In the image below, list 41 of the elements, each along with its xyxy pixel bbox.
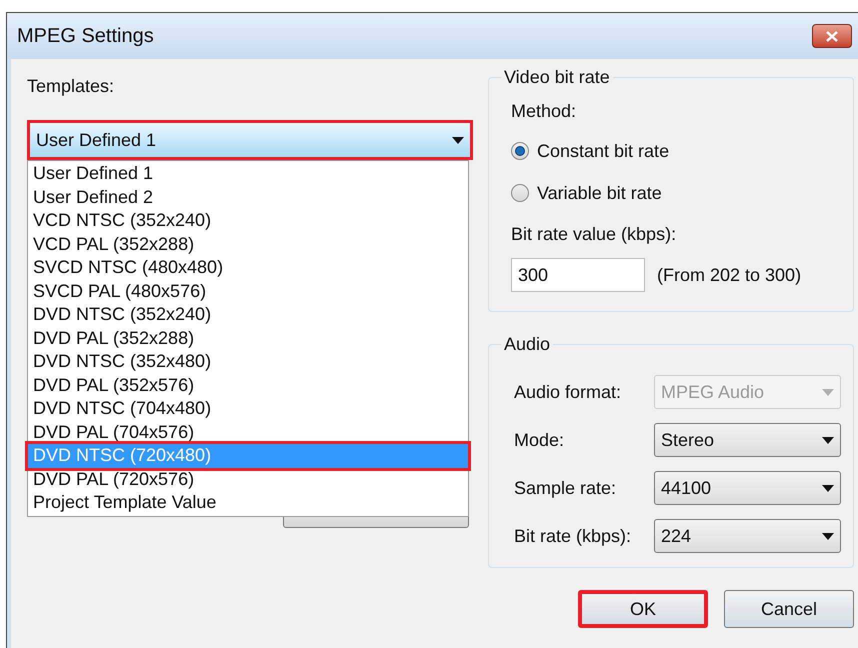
bit-rate-input[interactable]: 300	[511, 258, 645, 292]
templates-dropdown[interactable]: User Defined 1	[27, 120, 473, 160]
caret-icon	[822, 388, 834, 396]
templates-label: Templates:	[27, 75, 116, 98]
field-label: Mode:	[514, 428, 566, 452]
radio-label: Variable bit rate	[537, 182, 662, 204]
field-label: Audio format:	[514, 380, 622, 404]
select-dropdown[interactable]: 44100	[654, 471, 841, 505]
dropdown-option[interactable]: DVD NTSC (704x480)	[28, 397, 468, 420]
close-button[interactable]	[812, 24, 852, 48]
dialog-button[interactable]: OK	[578, 590, 708, 628]
radio-label: Constant bit rate	[537, 140, 670, 162]
select-dropdown[interactable]: Stereo	[654, 423, 841, 457]
dropdown-option[interactable]: DVD PAL (352x576)	[28, 374, 468, 397]
caret-icon	[452, 136, 464, 144]
field-label: Bit rate (kbps):	[514, 524, 632, 548]
field-label: Sample rate:	[514, 476, 618, 500]
dropdown-option[interactable]: VCD NTSC (352x240)	[28, 209, 468, 232]
dropdown-option[interactable]: DVD NTSC (352x240)	[28, 303, 468, 326]
caret-icon	[822, 532, 834, 540]
bit-rate-range: (From 202 to 300)	[657, 264, 802, 287]
dropdown-option[interactable]: DVD PAL (720x576)	[28, 468, 468, 491]
dropdown-option[interactable]: User Defined 1	[28, 162, 468, 186]
radio-button[interactable]	[511, 184, 529, 202]
dropdown-option[interactable]: SVCD NTSC (480x480)	[28, 256, 468, 280]
select-dropdown[interactable]: 224	[654, 519, 841, 553]
caret-icon	[822, 436, 834, 444]
bit-rate-label: Bit rate value (kbps):	[511, 223, 678, 246]
dropdown-option[interactable]: DVD NTSC (352x480)	[28, 350, 468, 374]
dropdown-option[interactable]: User Defined 2	[28, 186, 468, 209]
method-label: Method:	[511, 100, 578, 123]
caret-icon	[822, 484, 834, 492]
dropdown-option[interactable]: VCD PAL (352x288)	[28, 232, 468, 256]
close-icon	[826, 30, 838, 42]
dropdown-option[interactable]: DVD PAL (352x288)	[28, 326, 468, 350]
dropdown-option[interactable]: SVCD PAL (480x576)	[28, 280, 468, 303]
radio-button[interactable]	[511, 142, 529, 160]
window-title: MPEG Settings	[17, 24, 154, 49]
dropdown-option[interactable]: DVD PAL (704x576)	[28, 420, 468, 444]
dialog-button[interactable]: Cancel	[724, 590, 854, 628]
dropdown-option[interactable]: Project Template Value	[28, 491, 468, 514]
